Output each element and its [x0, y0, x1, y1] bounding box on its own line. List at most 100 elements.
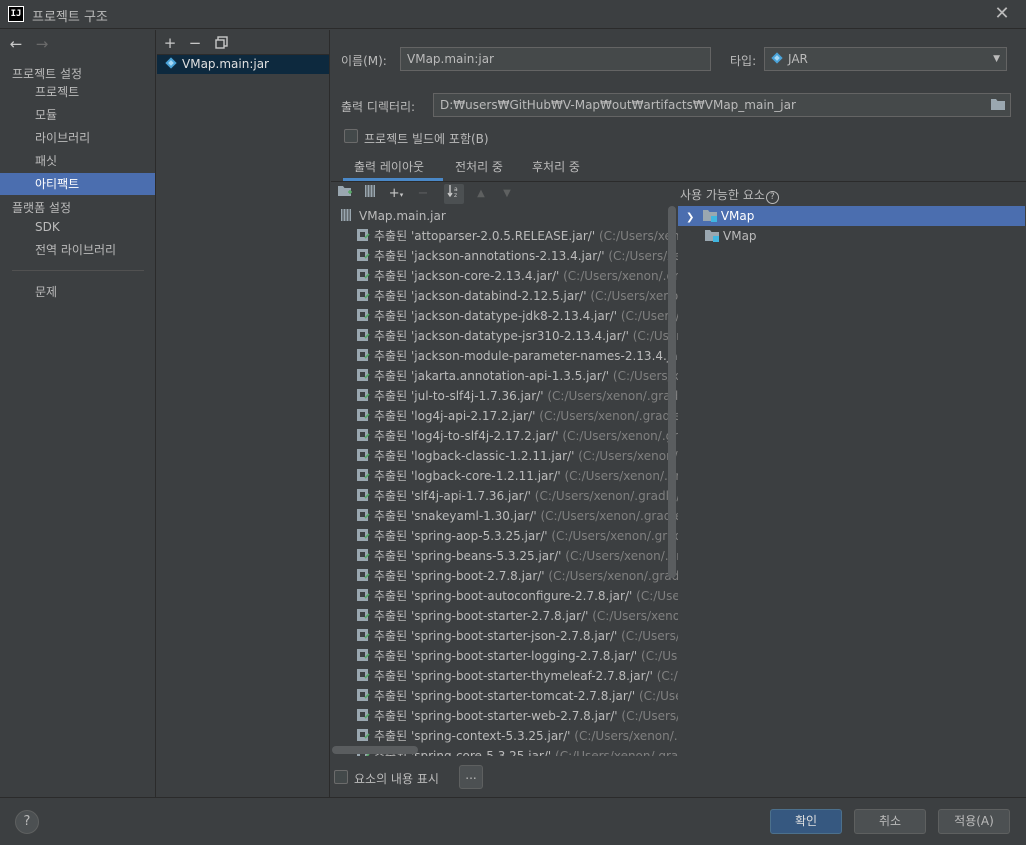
tree-entry-name: 'jackson-core-2.13.4.jar/'	[410, 269, 560, 283]
tree-entry-path: (C:/Users/xenon/.gradle	[592, 609, 678, 623]
tree-entry-row[interactable]: 추출된 'spring-boot-starter-tomcat-2.7.8.ja…	[332, 686, 678, 706]
tree-entry-name: 'spring-boot-starter-logging-2.7.8.jar/'	[410, 649, 638, 663]
tree-entry-row[interactable]: 추출된 'attoparser-2.0.5.RELEASE.jar/' (C:/…	[332, 226, 678, 246]
tree-entry-row[interactable]: 추출된 'spring-boot-starter-web-2.7.8.jar/'…	[332, 706, 678, 726]
tab-pre-processing[interactable]: 전처리 중	[455, 158, 503, 180]
add-archive-icon[interactable]	[360, 184, 380, 204]
name-field[interactable]: VMap.main:jar	[400, 47, 711, 71]
nav-item-problems[interactable]: 문제	[0, 281, 155, 303]
extracted-archive-icon	[356, 408, 370, 422]
tree-entry-prefix: 추출된	[374, 489, 408, 503]
tree-entry-row[interactable]: 추출된 'spring-boot-2.7.8.jar/' (C:/Users/x…	[332, 566, 678, 586]
extracted-archive-icon	[356, 728, 370, 742]
nav-item-sdk[interactable]: SDK	[0, 216, 155, 238]
include-in-build-checkbox[interactable]	[344, 129, 358, 143]
tree-entry-name: 'spring-beans-5.3.25.jar/'	[410, 549, 562, 563]
output-dir-label: 출력 디렉터리:	[341, 100, 416, 114]
artifact-item[interactable]: VMap.main:jar	[157, 54, 329, 74]
tree-entry-path: (C:/Users/xenon	[636, 589, 678, 603]
tab-post-processing[interactable]: 후처리 중	[532, 158, 580, 180]
tree-entry-row[interactable]: 추출된 'spring-boot-starter-logging-2.7.8.j…	[332, 646, 678, 666]
tree-entry-prefix: 추출된	[374, 469, 408, 483]
nav-item-facets[interactable]: 패싯	[0, 150, 155, 172]
arrow-right-icon[interactable]: →	[32, 34, 52, 54]
help-button[interactable]: ?	[15, 810, 39, 834]
tree-entry-row[interactable]: 추출된 'spring-boot-starter-thymeleaf-2.7.8…	[332, 666, 678, 686]
output-layout-tree[interactable]: VMap.main.jar 추출된 'attoparser-2.0.5.RELE…	[332, 206, 678, 756]
tree-entry-row[interactable]: 추출된 'jakarta.annotation-api-1.3.5.jar/' …	[332, 366, 678, 386]
tree-entry-row[interactable]: 추출된 'logback-core-1.2.11.jar/' (C:/Users…	[332, 466, 678, 486]
tree-entry-name: 'log4j-to-slf4j-2.17.2.jar/'	[410, 429, 559, 443]
available-item[interactable]: ❯ VMap	[678, 206, 1025, 226]
tree-entry-path: (C:/Users/xenon/.gradle	[578, 449, 678, 463]
remove-icon[interactable]: −	[413, 184, 433, 204]
module-folder-icon	[704, 228, 720, 242]
sort-icon[interactable]: az	[444, 184, 464, 204]
tree-entry-row[interactable]: 추출된 'logback-classic-1.2.11.jar/' (C:/Us…	[332, 446, 678, 466]
tree-entry-row[interactable]: 추출된 'jackson-datatype-jsr310-2.13.4.jar/…	[332, 326, 678, 346]
nav-item-artifacts[interactable]: 아티팩트	[0, 173, 155, 195]
extracted-archive-icon	[356, 508, 370, 522]
tree-root[interactable]: VMap.main.jar	[332, 206, 678, 226]
add-menu-icon[interactable]: +▾	[386, 184, 406, 204]
tree-entry-row[interactable]: 추출된 'jackson-core-2.13.4.jar/' (C:/Users…	[332, 266, 678, 286]
arrow-left-icon[interactable]: ←	[6, 34, 26, 54]
help-icon[interactable]: ?	[765, 191, 779, 204]
tree-entry-row[interactable]: 추출된 'spring-beans-5.3.25.jar/' (C:/Users…	[332, 546, 678, 566]
close-icon[interactable]: ✕	[992, 4, 1012, 24]
tree-entry-row[interactable]: 추출된 'jackson-databind-2.12.5.jar/' (C:/U…	[332, 286, 678, 306]
extracted-archive-icon	[356, 668, 370, 682]
folder-browse-icon[interactable]	[990, 97, 1006, 111]
tree-entry-row[interactable]: 추출된 'log4j-api-2.17.2.jar/' (C:/Users/xe…	[332, 406, 678, 426]
tree-entry-name: 'spring-boot-starter-web-2.7.8.jar/'	[410, 709, 618, 723]
tree-entry-row[interactable]: 추출된 'spring-aop-5.3.25.jar/' (C:/Users/x…	[332, 526, 678, 546]
tree-entry-row[interactable]: 추출된 'jackson-module-parameter-names-2.13…	[332, 346, 678, 366]
available-elements-tree[interactable]: ❯ VMap VMap	[678, 205, 1026, 756]
tree-entry-row[interactable]: 추출된 'jackson-annotations-2.13.4.jar/' (C…	[332, 246, 678, 266]
tree-entry-row[interactable]: 추출된 'spring-boot-starter-json-2.7.8.jar/…	[332, 626, 678, 646]
tree-horizontal-scrollbar[interactable]	[332, 746, 418, 754]
nav-item-project[interactable]: 프로젝트	[0, 81, 155, 103]
output-dir-field[interactable]: D:₩users₩GitHub₩V-Map₩out₩artifacts₩VMap…	[433, 93, 1011, 117]
add-directory-icon[interactable]	[335, 184, 355, 204]
apply-button[interactable]: 적용(A)	[938, 809, 1010, 834]
extracted-archive-icon	[356, 588, 370, 602]
type-select[interactable]: JAR ▼	[764, 47, 1007, 71]
tree-entry-row[interactable]: 추출된 'spring-context-5.3.25.jar/' (C:/Use…	[332, 726, 678, 746]
tree-entry-row[interactable]: 추출된 'spring-boot-starter-2.7.8.jar/' (C:…	[332, 606, 678, 626]
ok-button[interactable]: 확인	[770, 809, 842, 834]
module-folder-icon	[702, 208, 718, 222]
tree-entry-name: 'spring-boot-starter-2.7.8.jar/'	[410, 609, 589, 623]
tree-entry-row[interactable]: 추출된 'spring-boot-autoconfigure-2.7.8.jar…	[332, 586, 678, 606]
tab-output-layout[interactable]: 출력 레이아웃	[354, 158, 424, 180]
tree-entry-row[interactable]: 추출된 'slf4j-api-1.7.36.jar/' (C:/Users/xe…	[332, 486, 678, 506]
tree-entry-prefix: 추출된	[374, 609, 408, 623]
extracted-archive-icon	[356, 688, 370, 702]
available-item[interactable]: VMap	[678, 226, 1025, 246]
tree-vertical-scrollbar[interactable]	[668, 206, 676, 578]
tree-entry-row[interactable]: 추출된 'log4j-to-slf4j-2.17.2.jar/' (C:/Use…	[332, 426, 678, 446]
tree-entry-prefix: 추출된	[374, 569, 408, 583]
tree-entry-row[interactable]: 추출된 'jul-to-slf4j-1.7.36.jar/' (C:/Users…	[332, 386, 678, 406]
tree-entry-path: (C:/Users/xenon/.gradle	[563, 269, 678, 283]
nav-item-global-libraries[interactable]: 전역 라이브러리	[0, 239, 155, 261]
artifacts-list-panel: + − VMap.main:jar	[157, 30, 330, 797]
cancel-button[interactable]: 취소	[854, 809, 926, 834]
tree-entry-prefix: 추출된	[374, 389, 408, 403]
minus-icon[interactable]: −	[185, 33, 205, 53]
type-label: 타입:	[730, 54, 757, 68]
nav-item-libraries[interactable]: 라이브러리	[0, 127, 155, 149]
tree-entry-row[interactable]: 추출된 'snakeyaml-1.30.jar/' (C:/Users/xeno…	[332, 506, 678, 526]
move-down-icon[interactable]: ▼	[497, 184, 517, 204]
extracted-archive-icon	[356, 348, 370, 362]
copy-icon[interactable]	[211, 33, 231, 53]
plus-icon[interactable]: +	[160, 33, 180, 53]
nav-item-modules[interactable]: 모듈	[0, 104, 155, 126]
more-button[interactable]: ...	[459, 765, 483, 789]
extracted-archive-icon	[356, 568, 370, 582]
show-content-checkbox[interactable]	[334, 770, 348, 784]
tree-entry-row[interactable]: 추출된 'jackson-datatype-jdk8-2.13.4.jar/' …	[332, 306, 678, 326]
extracted-archive-icon	[356, 328, 370, 342]
chevron-right-icon[interactable]: ❯	[686, 208, 698, 228]
move-up-icon[interactable]: ▲	[471, 184, 491, 204]
